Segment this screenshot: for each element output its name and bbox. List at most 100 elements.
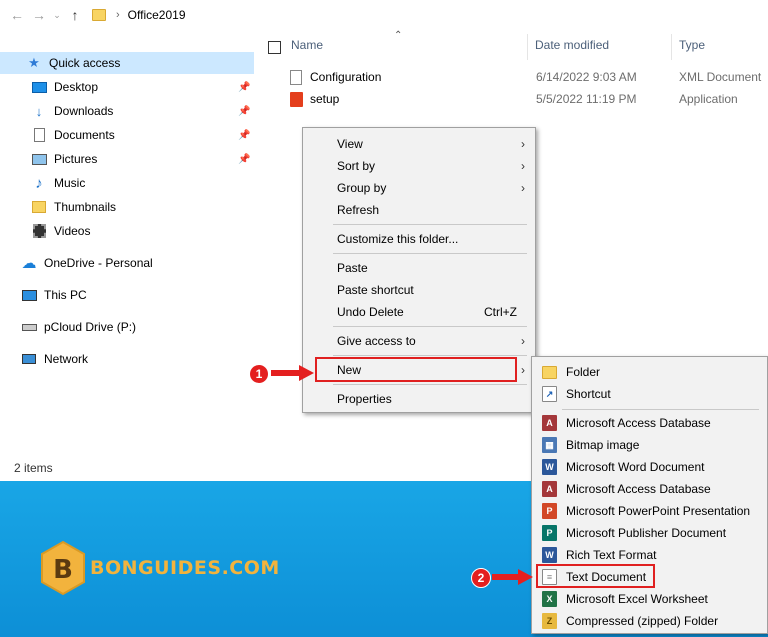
highlight-text-document-box [536, 564, 655, 588]
nav-item-pictures[interactable]: Pictures 📌 [0, 148, 254, 170]
file-type: XML Document [679, 70, 762, 84]
pin-icon: 📌 [238, 105, 251, 117]
submenu-item-powerpoint[interactable]: P Microsoft PowerPoint Presentation [532, 500, 767, 522]
pin-icon: 📌 [238, 81, 251, 93]
menu-item-label: Undo Delete [337, 305, 404, 319]
submenu-item-label: Folder [566, 365, 601, 379]
submenu-item-word[interactable]: W Microsoft Word Document [532, 456, 767, 478]
submenu-item-zip[interactable]: Z Compressed (zipped) Folder [532, 610, 767, 632]
file-date: 5/5/2022 11:19 PM [536, 92, 637, 106]
submenu-item-label: Bitmap image [566, 438, 640, 452]
chevron-right-icon: › [116, 9, 120, 21]
nav-item-quick-access[interactable]: ★ Quick access [0, 52, 254, 74]
menu-separator [333, 224, 527, 225]
forward-button[interactable]: → [28, 4, 50, 26]
menu-item-label: Paste shortcut [337, 283, 414, 297]
nav-item-label: Documents [54, 128, 115, 142]
up-button[interactable]: ↑ [64, 4, 86, 26]
menu-item-view[interactable]: View › [303, 133, 535, 155]
file-name: Configuration [310, 70, 382, 84]
folder-icon [31, 199, 47, 215]
submenu-item-folder[interactable]: Folder [532, 361, 767, 383]
nav-item-label: Quick access [49, 56, 121, 70]
nav-item-downloads[interactable]: ↓ Downloads 📌 [0, 100, 254, 122]
breadcrumb[interactable]: › Office2019 [92, 8, 186, 22]
new-submenu: Folder ↗ Shortcut A Microsoft Access Datab… [531, 356, 768, 634]
menu-item-paste[interactable]: Paste [303, 257, 535, 279]
menu-separator [333, 326, 527, 327]
submenu-item-excel[interactable]: X Microsoft Excel Worksheet [532, 588, 767, 610]
menu-item-label: Give access to [337, 334, 416, 348]
menu-item-label: View [337, 137, 363, 151]
folder-icon [542, 365, 557, 379]
nav-item-label: Desktop [54, 80, 99, 94]
menu-item-label: Customize this folder... [337, 232, 459, 246]
recent-locations-icon[interactable]: ⌄ [50, 4, 64, 26]
nav-item-label: Music [54, 176, 86, 190]
nav-item-documents[interactable]: Documents 📌 [0, 124, 254, 146]
file-row[interactable]: setup 5/5/2022 11:19 PM Application [290, 89, 768, 109]
menu-item-properties[interactable]: Properties [303, 388, 535, 410]
menu-item-undo-delete[interactable]: Undo Delete Ctrl+Z [303, 301, 535, 323]
menu-item-label: Group by [337, 181, 387, 195]
documents-icon [31, 127, 47, 143]
video-icon [31, 223, 47, 239]
menu-item-sort-by[interactable]: Sort by › [303, 155, 535, 177]
nav-item-label: Thumbnails [54, 200, 117, 214]
highlight-new-box [315, 357, 517, 382]
pin-icon: 📌 [238, 129, 251, 141]
submenu-item-access-db[interactable]: A Microsoft Access Database [532, 412, 767, 434]
column-divider[interactable] [671, 34, 672, 60]
column-header-name[interactable]: Name [291, 38, 323, 58]
step-badge-1: 1 [249, 364, 269, 384]
submenu-item-rtf[interactable]: W Rich Text Format [532, 544, 767, 566]
menu-separator [333, 355, 527, 356]
access-icon: A [542, 415, 557, 431]
menu-item-customize-folder[interactable]: Customize this folder... [303, 228, 535, 250]
powerpoint-icon: P [542, 503, 557, 519]
chevron-right-icon: › [521, 159, 525, 173]
folder-icon [92, 9, 106, 21]
nav-item-desktop[interactable]: Desktop 📌 [0, 76, 254, 98]
submenu-item-label: Microsoft Access Database [566, 416, 711, 430]
logo-hexagon-icon: B [41, 540, 85, 596]
keyboard-shortcut: Ctrl+Z [484, 305, 517, 319]
nav-item-this-pc[interactable]: This PC [0, 284, 254, 306]
submenu-item-label: Microsoft Excel Worksheet [566, 592, 708, 606]
column-header-date[interactable]: Date modified [535, 38, 609, 58]
menu-item-paste-shortcut[interactable]: Paste shortcut [303, 279, 535, 301]
file-type: Application [679, 92, 738, 106]
nav-item-pcloud-drive[interactable]: pCloud Drive (P:) [0, 316, 254, 338]
menu-item-group-by[interactable]: Group by › [303, 177, 535, 199]
logo-text: BONGUIDES.COM [90, 557, 280, 579]
submenu-item-access-db-2[interactable]: A Microsoft Access Database [532, 478, 767, 500]
submenu-item-publisher[interactable]: P Microsoft Publisher Document [532, 522, 767, 544]
svg-text:B: B [53, 555, 73, 585]
submenu-item-label: Microsoft Publisher Document [566, 526, 727, 540]
shortcut-icon: ↗ [542, 386, 557, 402]
menu-item-give-access[interactable]: Give access to › [303, 330, 535, 352]
status-bar-item-count: 2 items [14, 461, 53, 475]
xml-file-icon [290, 69, 302, 85]
select-all-checkbox[interactable] [268, 41, 281, 54]
submenu-item-shortcut[interactable]: ↗ Shortcut [532, 383, 767, 405]
file-row[interactable]: Configuration 6/14/2022 9:03 AM XML Docu… [290, 67, 768, 87]
nav-item-onedrive[interactable]: ☁ OneDrive - Personal [0, 252, 254, 274]
column-divider[interactable] [527, 34, 528, 60]
nav-item-music[interactable]: ♪ Music [0, 172, 254, 194]
menu-separator [562, 409, 759, 410]
nav-item-network[interactable]: Network [0, 348, 254, 370]
submenu-item-label: Microsoft PowerPoint Presentation [566, 504, 751, 518]
breadcrumb-folder[interactable]: Office2019 [128, 8, 186, 22]
download-icon: ↓ [35, 103, 43, 119]
submenu-item-bitmap[interactable]: ▦ Bitmap image [532, 434, 767, 456]
access-icon: A [542, 481, 557, 497]
chevron-right-icon: › [521, 181, 525, 195]
nav-item-thumbnails[interactable]: Thumbnails [0, 196, 254, 218]
nav-item-videos[interactable]: Videos [0, 220, 254, 242]
nav-item-label: Videos [54, 224, 91, 238]
back-button[interactable]: ← [6, 4, 28, 26]
column-header-type[interactable]: Type [679, 38, 705, 58]
step-badge-2: 2 [471, 568, 491, 588]
menu-item-refresh[interactable]: Refresh [303, 199, 535, 221]
